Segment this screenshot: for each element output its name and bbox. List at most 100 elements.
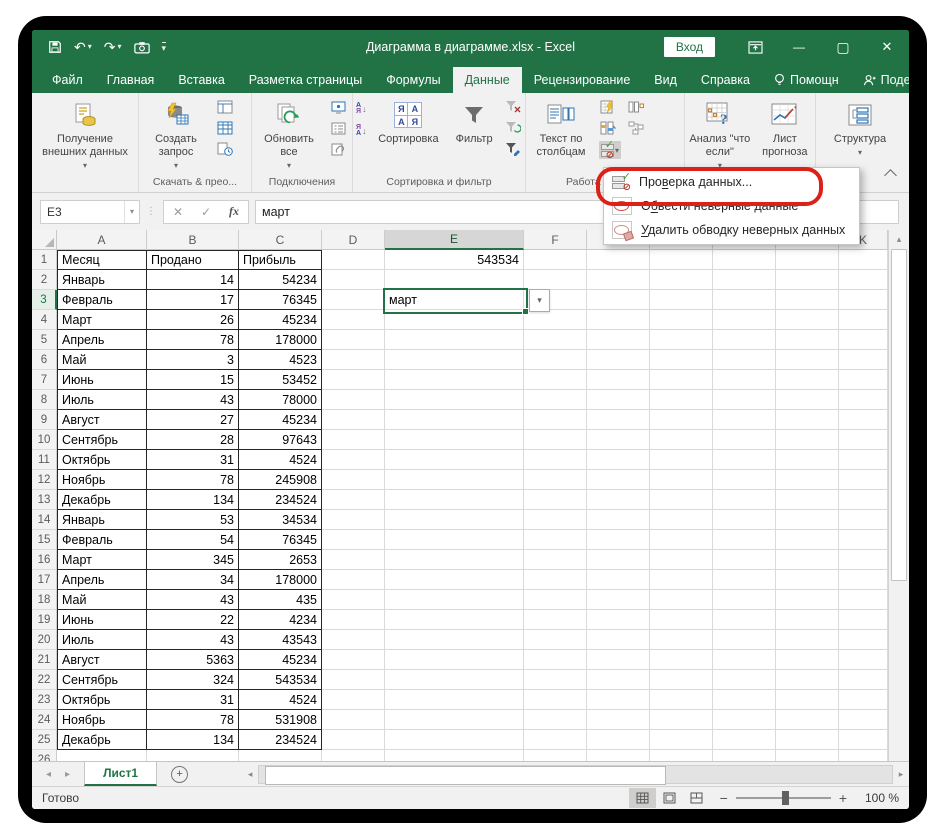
- cell-A5[interactable]: Апрель: [57, 330, 147, 350]
- cell-C19[interactable]: 4234: [239, 610, 322, 630]
- row-header-8[interactable]: 8: [32, 390, 57, 410]
- remove-duplicates-icon[interactable]: [599, 120, 617, 136]
- sheet-tab-list1[interactable]: Лист1: [84, 762, 157, 786]
- cell-C11[interactable]: 4524: [239, 450, 322, 470]
- cell-H22[interactable]: [650, 670, 713, 690]
- cell-E14[interactable]: [385, 510, 524, 530]
- cell-D7[interactable]: [322, 370, 385, 390]
- column-header-C[interactable]: C: [239, 230, 322, 250]
- cell-F18[interactable]: [524, 590, 587, 610]
- cell-K7[interactable]: [839, 370, 888, 390]
- cell-J7[interactable]: [776, 370, 839, 390]
- cell-E12[interactable]: [385, 470, 524, 490]
- cell-G19[interactable]: [587, 610, 650, 630]
- cell-F25[interactable]: [524, 730, 587, 750]
- cell-G4[interactable]: [587, 310, 650, 330]
- cell-B3[interactable]: 17: [147, 290, 239, 310]
- vertical-scroll-thumb[interactable]: [891, 249, 907, 581]
- cell-K9[interactable]: [839, 410, 888, 430]
- cell-J26[interactable]: [776, 750, 839, 761]
- undo-button[interactable]: ↶▾: [74, 40, 92, 54]
- cell-K23[interactable]: [839, 690, 888, 710]
- cell-I3[interactable]: [713, 290, 776, 310]
- cell-H6[interactable]: [650, 350, 713, 370]
- edit-links-icon[interactable]: [329, 141, 347, 157]
- cell-H21[interactable]: [650, 650, 713, 670]
- cell-C7[interactable]: 53452: [239, 370, 322, 390]
- cell-J3[interactable]: [776, 290, 839, 310]
- name-box[interactable]: E3 ▾: [40, 200, 140, 224]
- cell-H3[interactable]: [650, 290, 713, 310]
- what-if-button[interactable]: ? Анализ "что если" ▾: [685, 97, 755, 174]
- cell-H15[interactable]: [650, 530, 713, 550]
- menu-item-clear-circles[interactable]: Удалить обводку неверных данных: [605, 218, 858, 242]
- cell-G23[interactable]: [587, 690, 650, 710]
- cell-K17[interactable]: [839, 570, 888, 590]
- connections-icon[interactable]: [329, 99, 347, 115]
- column-header-D[interactable]: D: [322, 230, 385, 250]
- cell-K20[interactable]: [839, 630, 888, 650]
- cell-H12[interactable]: [650, 470, 713, 490]
- cell-A16[interactable]: Март: [57, 550, 147, 570]
- cell-G26[interactable]: [587, 750, 650, 761]
- cell-J16[interactable]: [776, 550, 839, 570]
- cell-B19[interactable]: 22: [147, 610, 239, 630]
- cell-I21[interactable]: [713, 650, 776, 670]
- cell-A25[interactable]: Декабрь: [57, 730, 147, 750]
- signin-button[interactable]: Вход: [664, 37, 715, 57]
- cell-K19[interactable]: [839, 610, 888, 630]
- cell-B9[interactable]: 27: [147, 410, 239, 430]
- undo-dropdown-arrow[interactable]: ▾: [88, 43, 92, 51]
- row-header-6[interactable]: 6: [32, 350, 57, 370]
- cell-A14[interactable]: Январь: [57, 510, 147, 530]
- cell-B4[interactable]: 26: [147, 310, 239, 330]
- cell-K1[interactable]: [839, 250, 888, 270]
- data-validation-button[interactable]: ✓⊘ ▾: [599, 141, 621, 159]
- cell-G1[interactable]: [587, 250, 650, 270]
- cell-E16[interactable]: [385, 550, 524, 570]
- cell-J17[interactable]: [776, 570, 839, 590]
- get-external-data-button[interactable]: Получение внешних данных ▾: [33, 97, 137, 174]
- cell-J10[interactable]: [776, 430, 839, 450]
- filter-button[interactable]: Фильтр: [447, 97, 501, 148]
- cell-H19[interactable]: [650, 610, 713, 630]
- cell-F14[interactable]: [524, 510, 587, 530]
- row-header-17[interactable]: 17: [32, 570, 57, 590]
- reapply-filter-icon[interactable]: [504, 120, 522, 136]
- cell-E23[interactable]: [385, 690, 524, 710]
- cell-B23[interactable]: 31: [147, 690, 239, 710]
- cell-K11[interactable]: [839, 450, 888, 470]
- cell-C3[interactable]: 76345: [239, 290, 322, 310]
- cell-A11[interactable]: Октябрь: [57, 450, 147, 470]
- cell-I26[interactable]: [713, 750, 776, 761]
- row-header-16[interactable]: 16: [32, 550, 57, 570]
- cell-A20[interactable]: Июль: [57, 630, 147, 650]
- cell-H1[interactable]: [650, 250, 713, 270]
- cell-H7[interactable]: [650, 370, 713, 390]
- cell-D17[interactable]: [322, 570, 385, 590]
- cell-G8[interactable]: [587, 390, 650, 410]
- cell-J6[interactable]: [776, 350, 839, 370]
- row-header-11[interactable]: 11: [32, 450, 57, 470]
- cell-E15[interactable]: [385, 530, 524, 550]
- cell-K4[interactable]: [839, 310, 888, 330]
- cell-E25[interactable]: [385, 730, 524, 750]
- cell-C26[interactable]: [239, 750, 322, 761]
- cell-J5[interactable]: [776, 330, 839, 350]
- cell-J23[interactable]: [776, 690, 839, 710]
- add-sheet-button[interactable]: +: [157, 762, 202, 786]
- cell-H24[interactable]: [650, 710, 713, 730]
- cell-C14[interactable]: 34534: [239, 510, 322, 530]
- cell-B17[interactable]: 34: [147, 570, 239, 590]
- cell-H25[interactable]: [650, 730, 713, 750]
- cell-H16[interactable]: [650, 550, 713, 570]
- cell-F9[interactable]: [524, 410, 587, 430]
- cell-F13[interactable]: [524, 490, 587, 510]
- cell-E19[interactable]: [385, 610, 524, 630]
- cell-B22[interactable]: 324: [147, 670, 239, 690]
- zoom-slider-thumb[interactable]: [782, 791, 789, 805]
- cell-C2[interactable]: 54234: [239, 270, 322, 290]
- cell-E6[interactable]: [385, 350, 524, 370]
- cell-D1[interactable]: [322, 250, 385, 270]
- cell-F20[interactable]: [524, 630, 587, 650]
